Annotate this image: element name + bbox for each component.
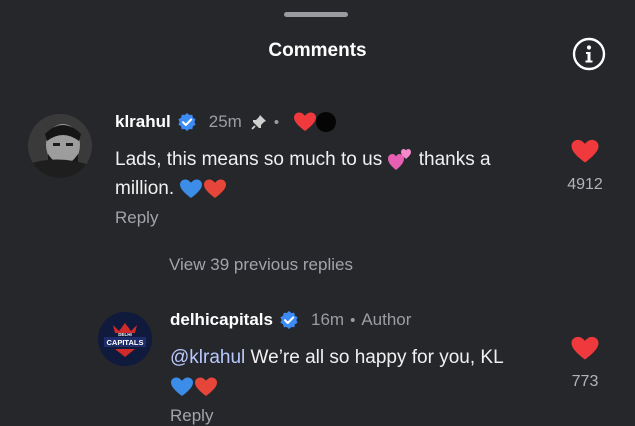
blue-heart-emoji-icon <box>180 179 203 198</box>
like-count: 773 <box>571 373 599 390</box>
mention-link[interactable]: @klrahul <box>170 347 245 368</box>
verified-badge-icon <box>280 311 298 329</box>
red-heart-emoji-icon <box>195 377 217 396</box>
red-heart-emoji-icon <box>204 179 227 198</box>
comment-text: @klrahul We’re all so happy for you, KL <box>170 343 504 401</box>
svg-text:DELHI: DELHI <box>118 332 132 337</box>
avatar[interactable] <box>28 114 92 178</box>
like-heart-icon[interactable] <box>570 138 600 165</box>
username[interactable]: delhicapitals <box>170 310 273 330</box>
view-previous-replies-button[interactable]: View 39 previous replies <box>169 255 353 275</box>
avatar[interactable]: DELHI CAPITALS <box>98 312 152 366</box>
drag-handle[interactable] <box>284 12 348 17</box>
username[interactable]: klrahul <box>115 112 171 132</box>
comment-text: Lads, this means so much to us thanks a … <box>115 148 491 199</box>
verified-badge-icon <box>178 113 196 131</box>
separator-dot: • <box>350 311 356 329</box>
creator-liked-heart-icon <box>294 112 317 131</box>
pin-icon <box>251 115 266 130</box>
reply-button[interactable]: Reply <box>115 208 158 228</box>
like-heart-icon[interactable] <box>570 335 600 362</box>
author-tag: Author <box>361 310 412 329</box>
timestamp: 25m <box>208 112 242 131</box>
avatar-logo-text: CAPITALS <box>107 338 144 347</box>
creator-avatar-icon <box>316 112 337 132</box>
two-hearts-emoji-icon <box>388 148 412 170</box>
timestamp: 16m <box>310 310 345 329</box>
like-count: 4912 <box>567 176 603 193</box>
page-title: Comments <box>268 40 367 61</box>
info-icon[interactable] <box>572 37 606 71</box>
separator-dot: • <box>273 113 280 131</box>
reply-button[interactable]: Reply <box>170 406 213 426</box>
blue-heart-emoji-icon <box>171 377 193 396</box>
